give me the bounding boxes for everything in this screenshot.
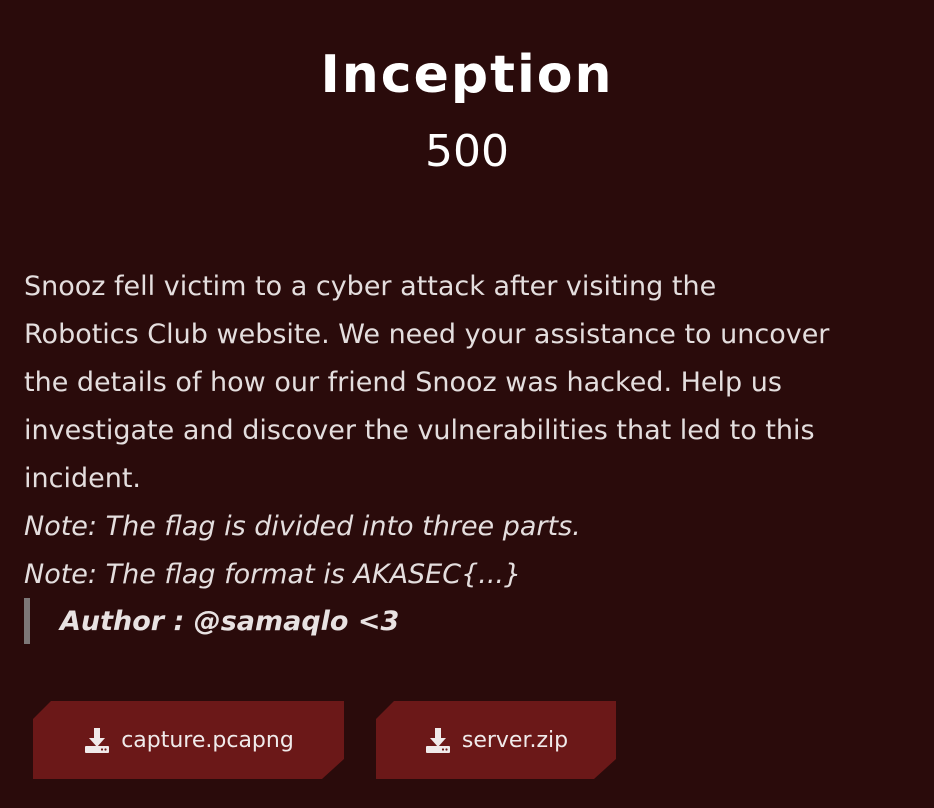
- file-name: capture.pcapng: [121, 727, 294, 753]
- author-blockquote: Author : @samaqlo <3: [24, 598, 399, 644]
- flag-format-note: Note: The flag format is AKASEC{...}: [24, 559, 522, 590]
- download-capture-button[interactable]: capture.pcapng: [33, 701, 344, 779]
- challenge-title: Inception: [320, 45, 614, 105]
- flag-parts-note: Note: The flag is divided into three par…: [24, 511, 581, 542]
- challenge-description: Snooz fell victim to a cyber attack afte…: [24, 263, 914, 599]
- download-icon: [424, 726, 452, 754]
- description-line: incident.: [24, 463, 141, 494]
- download-server-button[interactable]: server.zip: [376, 701, 616, 779]
- description-line: Snooz fell victim to a cyber attack afte…: [24, 271, 717, 302]
- challenge-points: 500: [425, 126, 509, 177]
- file-name: server.zip: [461, 727, 569, 753]
- description-line: investigate and discover the vulnerabili…: [24, 415, 815, 446]
- download-icon: [83, 726, 111, 754]
- author-credit: Author : @samaqlo <3: [60, 605, 400, 637]
- description-line: Robotics Club website. We need your assi…: [24, 319, 830, 350]
- description-line: the details of how our friend Snooz was …: [24, 367, 782, 398]
